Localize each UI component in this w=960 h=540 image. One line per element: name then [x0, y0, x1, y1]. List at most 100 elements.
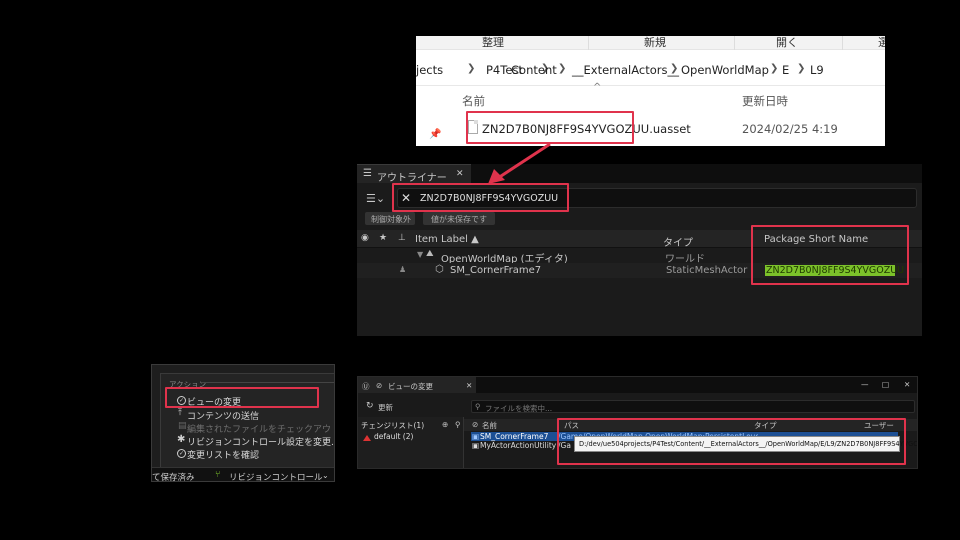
menu-item-review-changelists[interactable]: 変更リストを確認	[187, 448, 259, 461]
tab-label: ビューの変更	[388, 382, 433, 391]
status-bar: て保存済み ⑂ リビジョンコントロール ⌄	[152, 467, 334, 482]
column-header-user[interactable]: ユーザー	[864, 420, 894, 431]
pin-icon: 📌	[429, 129, 442, 140]
search-placeholder: ファイルを検索中...	[485, 404, 553, 413]
outliner-icon: ☰	[363, 168, 372, 179]
close-window-button[interactable]: ✕	[904, 380, 910, 389]
filter-chip-unsaved[interactable]: 値が未保存です	[423, 212, 495, 225]
breadcrumb-item[interactable]: OpenWorldMap	[681, 63, 769, 77]
sort-up-icon: ^	[593, 82, 602, 93]
divider	[201, 382, 334, 383]
check-circle-icon: ⊘	[472, 420, 479, 429]
file-icon: ▣	[472, 432, 480, 441]
pin-icon[interactable]: ⊥	[398, 233, 406, 243]
package-short-name: ZN2D7B0NJ8FF9S4YVGOZUU	[766, 265, 905, 276]
changelists-header[interactable]: チェンジリスト(1)	[361, 420, 424, 431]
menu-item-revision-settings[interactable]: リビジョンコントロール設定を変更...	[187, 435, 334, 448]
revision-control-button[interactable]: リビジョンコントロール	[229, 471, 323, 481]
file-name[interactable]: ZN2D7B0NJ8FF9S4YVGOZUU.uasset	[482, 122, 691, 136]
column-header-type[interactable]: タイプ	[663, 234, 693, 249]
check-circle-icon: ✓	[177, 396, 186, 405]
column-header-type[interactable]: タイプ	[754, 420, 777, 431]
new-button[interactable]: 新規	[644, 36, 666, 50]
add-icon[interactable]: ⊕	[442, 420, 448, 429]
file-explorer-window: 整理 新規 開く 選 jects ❯ P4Test ❯ Content ❯ __…	[416, 36, 885, 146]
view-changes-titlebar: Ⓤ ⊘ ビューの変更 ✕ — □ ✕	[358, 377, 917, 393]
changelist-default[interactable]: default (2)	[374, 432, 413, 441]
maximize-button[interactable]: □	[882, 380, 889, 389]
column-header-date[interactable]: 更新日時	[742, 93, 788, 109]
minimize-button[interactable]: —	[861, 380, 869, 389]
chevron-right-icon: ❯	[467, 63, 476, 74]
search-value: ZN2D7B0NJ8FF9S4YVGOZUU	[420, 193, 559, 204]
column-header-name[interactable]: 名前	[482, 420, 497, 431]
chip-label: 値が未保存です	[431, 215, 487, 224]
file-icon	[468, 120, 478, 134]
file-date: 2024/02/25 4:19	[742, 122, 838, 136]
check-circle-icon: ✓	[177, 449, 186, 458]
explorer-command-bar: 整理 新規 開く 選	[416, 36, 885, 50]
search-input[interactable]: ✕ ZN2D7B0NJ8FF9S4YVGOZUU	[397, 188, 917, 208]
arrow-icon	[488, 142, 551, 184]
menu-item-view-changes[interactable]: ビューの変更	[187, 395, 241, 408]
menu-item-checkout: 編集されたファイルをチェックアウト	[187, 425, 335, 435]
outliner-row-world[interactable]: ▼ ⛰ OpenWorldMap (エディタ) ワールド	[357, 248, 922, 265]
column-header-name[interactable]: 名前	[462, 93, 485, 109]
outliner-header-row: ◉ ★ ⊥ Item Label ▲ タイプ Package Short Nam…	[357, 230, 922, 249]
breadcrumb: jects ❯ P4Test ❯ Content ❯ __ExternalAct…	[416, 58, 885, 86]
tab-outliner-label: アウトライナー	[377, 173, 447, 184]
chip-label: 制御対象外	[371, 215, 411, 224]
open-button[interactable]: 開く	[776, 36, 798, 50]
world-icon: ⛰	[426, 249, 434, 259]
column-header-item-label[interactable]: Item Label ▲	[415, 234, 479, 245]
tab-outliner[interactable]: ☰ アウトライナー ✕	[357, 164, 471, 184]
context-menu-body: アクション ✓ ビューの変更 ⤒ コンテンツの送信 ▤ 編集されたファイルをチェ…	[160, 373, 335, 468]
eye-icon[interactable]: ◉	[361, 233, 369, 243]
revision-control-icon: ⑂	[215, 470, 221, 480]
breadcrumb-item[interactable]: E	[782, 63, 789, 77]
close-icon[interactable]: ✕	[466, 381, 472, 390]
file-name: SM_CornerFrame7	[480, 432, 549, 441]
search-icon[interactable]: ⚲	[455, 420, 461, 429]
star-icon[interactable]: ★	[379, 233, 387, 243]
file-search-input[interactable]: ⚲ ファイルを検索中...	[471, 400, 915, 413]
column-header-path[interactable]: パス	[564, 420, 579, 431]
chevron-down-icon[interactable]: ⌄	[322, 471, 329, 480]
warning-icon	[363, 435, 371, 441]
breadcrumb-item[interactable]: L9	[810, 63, 824, 77]
select-button[interactable]: 選	[878, 36, 885, 50]
refresh-button[interactable]: 更新	[378, 402, 393, 413]
clear-search-icon[interactable]: ✕	[401, 191, 411, 205]
column-header-package[interactable]: Package Short Name	[764, 234, 868, 245]
organize-button[interactable]: 整理	[482, 36, 504, 50]
chevron-right-icon: ❯	[558, 63, 567, 74]
row-label: SM_CornerFrame7	[450, 265, 542, 276]
divider	[842, 36, 843, 50]
outliner-tabstrip: ☰ アウトライナー ✕	[357, 164, 922, 184]
view-changes-window: Ⓤ ⊘ ビューの変更 ✕ — □ ✕ ↻ 更新 ⚲ ファイルを検索中... チェ…	[357, 376, 918, 469]
chevron-right-icon: ❯	[770, 63, 779, 74]
tab-view-changes[interactable]: Ⓤ ⊘ ビューの変更 ✕	[358, 377, 476, 393]
menu-item-submit-content[interactable]: コンテンツの送信	[187, 409, 259, 422]
saved-status: て保存済み	[152, 473, 195, 482]
expand-arrow-icon[interactable]: ▼	[417, 250, 423, 259]
breadcrumb-item[interactable]: Content	[511, 63, 557, 77]
close-icon[interactable]: ✕	[456, 169, 464, 179]
tooltip-text: D:/dev/ue504projects/P4Test/Content/__Ex…	[579, 440, 918, 448]
checkout-icon: ▤	[178, 421, 187, 431]
filter-icon[interactable]: ☰⌄	[366, 192, 385, 205]
filter-chip-uncontrolled[interactable]: 制御対象外	[365, 212, 415, 225]
app-icon: Ⓤ	[362, 382, 370, 391]
refresh-icon[interactable]: ↻	[366, 401, 374, 411]
check-circle-icon: ⊘	[376, 381, 383, 390]
context-menu: アクション ✓ ビューの変更 ⤒ コンテンツの送信 ▤ 編集されたファイルをチェ…	[151, 364, 335, 482]
breadcrumb-item[interactable]: jects	[416, 63, 443, 77]
row-type: StaticMeshActor	[666, 265, 748, 276]
lock-icon: ♟	[399, 265, 407, 274]
divider	[734, 36, 735, 50]
mesh-icon: ⬡	[435, 264, 444, 275]
chevron-right-icon: ❯	[797, 63, 806, 74]
divider	[588, 36, 589, 50]
gear-icon: ✱	[177, 434, 186, 445]
breadcrumb-item[interactable]: __ExternalActors__	[572, 63, 679, 77]
